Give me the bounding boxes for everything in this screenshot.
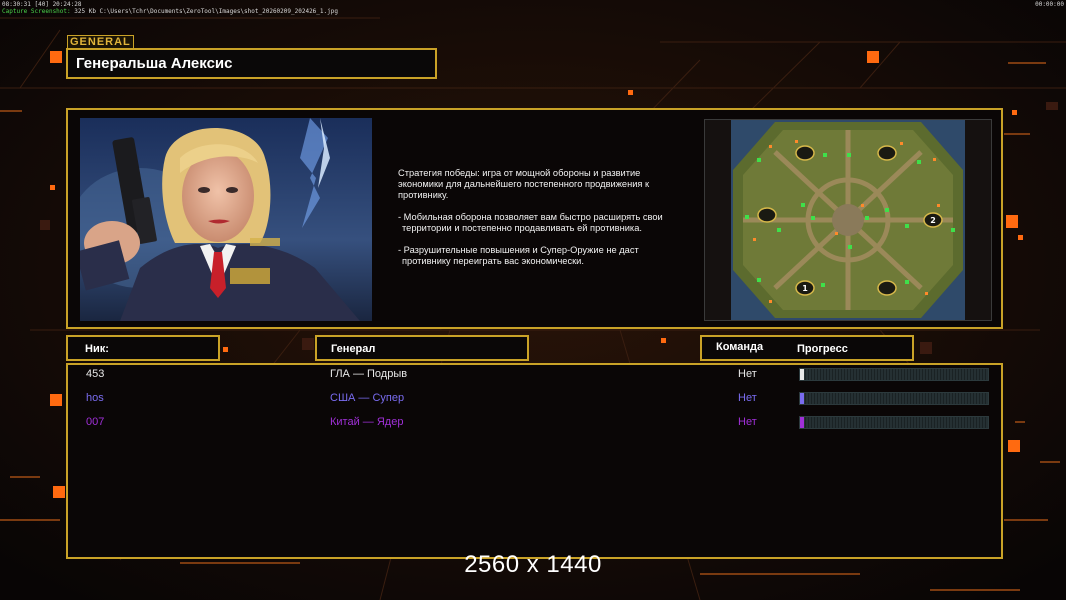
general-portrait bbox=[80, 118, 372, 321]
player-progress-bar bbox=[799, 368, 989, 381]
strategy-paragraph: Стратегия победы: игра от мощной обороны… bbox=[398, 168, 650, 200]
general-name-box: Генеральша Алексис bbox=[66, 48, 437, 79]
team-progress-header-box: Команда Прогресс bbox=[700, 335, 914, 361]
map-start-position-1: 1 bbox=[802, 284, 808, 293]
capture-label: Capture Screenshot: bbox=[2, 8, 71, 15]
player-team: Нет bbox=[738, 416, 757, 428]
player-row: hos США — Супер Нет bbox=[68, 389, 1001, 411]
fps-readout: 08:30:31 [40] 20:24:28 bbox=[2, 1, 82, 8]
player-team: Нет bbox=[738, 368, 757, 380]
progress-fill bbox=[800, 369, 804, 380]
general-header-box: Генерал bbox=[315, 335, 529, 361]
player-general: ГЛА — Подрыв bbox=[330, 368, 408, 380]
player-general: США — Супер bbox=[330, 392, 405, 404]
clock-readout: 00:00:00 bbox=[1035, 1, 1064, 8]
capture-status: Capture Screenshot: 325 Kb C:\Users\Tchr… bbox=[2, 8, 338, 15]
player-nick: 007 bbox=[86, 416, 105, 428]
strategy-description: Стратегия победы: игра от мощной обороны… bbox=[398, 168, 688, 278]
player-nick: 453 bbox=[86, 368, 105, 380]
player-row: 453 ГЛА — Подрыв Нет bbox=[68, 365, 1001, 387]
player-row: 007 Китай — Ядер Нет bbox=[68, 413, 1001, 435]
general-info-panel: Стратегия победы: игра от мощной обороны… bbox=[66, 108, 1003, 329]
capture-path: 325 Kb C:\Users\Tchr\Documents\ZeroTool\… bbox=[74, 8, 338, 15]
general-name: Генеральша Алексис bbox=[76, 55, 233, 72]
progress-fill bbox=[800, 393, 804, 404]
players-list: 453 ГЛА — Подрыв Нет hos США — Супер Нет… bbox=[66, 363, 1003, 559]
strategy-bullet: - Разрушительные повышения и Супер-Оружи… bbox=[398, 245, 639, 266]
nick-header: Ник: bbox=[85, 343, 109, 355]
team-header: Команда bbox=[716, 341, 764, 353]
player-progress-bar bbox=[799, 416, 989, 429]
player-general: Китай — Ядер bbox=[330, 416, 404, 428]
player-progress-bar bbox=[799, 392, 989, 405]
nick-header-box: Ник: bbox=[66, 335, 220, 361]
map-preview[interactable]: 1 2 bbox=[704, 119, 992, 321]
player-nick: hos bbox=[86, 392, 104, 404]
general-header: Генерал bbox=[331, 343, 376, 355]
strategy-bullet: - Мобильная оборона позволяет вам быстро… bbox=[398, 212, 663, 233]
map-start-position-2: 2 bbox=[930, 216, 936, 225]
progress-header: Прогресс bbox=[797, 343, 848, 355]
progress-fill bbox=[800, 417, 804, 428]
player-team: Нет bbox=[738, 392, 757, 404]
resolution-label: 2560 x 1440 bbox=[464, 551, 602, 578]
